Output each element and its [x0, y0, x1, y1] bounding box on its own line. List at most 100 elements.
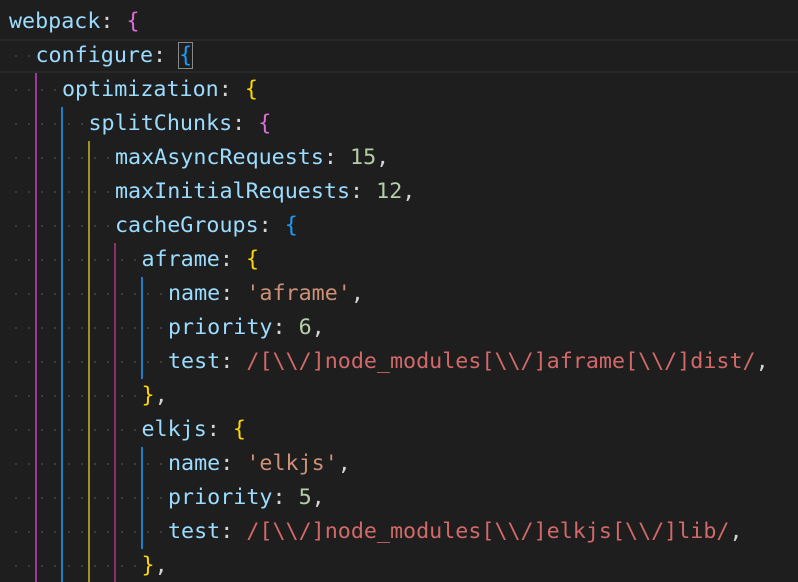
indent-guide: [61, 413, 63, 447]
whitespace-dot: [27, 293, 30, 295]
whitespace-dot: [67, 361, 70, 363]
code-line[interactable]: test: /[\\/]node_modules[\\/]elkjs[\\/]l…: [0, 515, 798, 549]
whitespace-dot: [27, 259, 30, 261]
indent-guide: [34, 413, 37, 447]
whitespace-dot: [41, 565, 44, 567]
whitespace-dot: [14, 191, 17, 193]
indent-guide: [140, 515, 143, 549]
whitespace-dot: [54, 259, 57, 261]
code-line[interactable]: maxInitialRequests: 12,: [0, 175, 798, 209]
punctuation: ,: [402, 179, 416, 204]
indent-guide: [87, 277, 90, 311]
whitespace-dot: [14, 565, 17, 567]
whitespace-dot: [133, 463, 136, 465]
whitespace-dot: [67, 157, 70, 159]
whitespace-dot: [14, 361, 17, 363]
whitespace-dot: [14, 55, 17, 57]
whitespace-dot: [160, 463, 163, 465]
code-tokens: elkjs: {: [142, 413, 246, 447]
indent-guide: [34, 549, 37, 582]
whitespace-dot: [160, 293, 163, 295]
whitespace-dot: [54, 157, 57, 159]
code-line[interactable]: maxAsyncRequests: 15,: [0, 141, 798, 175]
code-tokens: maxAsyncRequests: 15,: [115, 141, 389, 175]
whitespace-dot: [94, 531, 97, 533]
whitespace-dot: [14, 225, 17, 227]
whitespace-dot: [147, 463, 150, 465]
indent-guide: [87, 209, 90, 243]
code-line[interactable]: splitChunks: {: [0, 107, 798, 141]
whitespace-dot: [54, 89, 57, 91]
bracket: }: [141, 553, 155, 578]
whitespace-dot: [41, 429, 44, 431]
code-editor[interactable]: webpack: {configure: {optimization: {spl…: [0, 0, 798, 582]
code-line[interactable]: },: [0, 549, 798, 582]
whitespace-dot: [27, 531, 30, 533]
whitespace-dot: [147, 531, 150, 533]
whitespace-dot: [14, 123, 17, 125]
bracket: }: [141, 383, 155, 408]
whitespace-dot: [80, 327, 83, 329]
code-line[interactable]: elkjs: {: [0, 413, 798, 447]
code-tokens: priority: 5,: [168, 481, 325, 515]
whitespace-dot: [133, 395, 136, 397]
punctuation: :: [272, 315, 299, 340]
whitespace-dot: [80, 191, 83, 193]
code-line[interactable]: test: /[\\/]node_modules[\\/]aframe[\\/]…: [0, 345, 798, 379]
punctuation: :: [272, 485, 299, 510]
code-tokens: optimization: {: [62, 73, 258, 107]
whitespace-dot: [41, 497, 44, 499]
whitespace-dot: [94, 327, 97, 329]
indent-guide: [114, 345, 116, 379]
whitespace-dot: [54, 395, 57, 397]
code-line[interactable]: priority: 6,: [0, 311, 798, 345]
code-line[interactable]: name: 'elkjs',: [0, 447, 798, 481]
code-line[interactable]: priority: 5,: [0, 481, 798, 515]
code-line[interactable]: cacheGroups: {: [0, 209, 798, 243]
whitespace-dot: [120, 361, 123, 363]
whitespace-dot: [133, 565, 136, 567]
regex-literal: /[\\/]node_modules[\\/]elkjs[\\/]lib/: [246, 519, 730, 544]
whitespace-dot: [27, 327, 30, 329]
whitespace-dot: [54, 463, 57, 465]
punctuation: :: [220, 281, 247, 306]
code-line[interactable]: configure: {: [0, 39, 798, 73]
whitespace-dot: [14, 395, 17, 397]
indent-guide: [114, 311, 116, 345]
punctuation: :: [218, 77, 245, 102]
whitespace-dot: [107, 259, 110, 261]
whitespace-dot: [80, 565, 83, 567]
whitespace-dot: [160, 327, 163, 329]
indent-guide: [87, 379, 90, 413]
indent-guide: [87, 175, 90, 209]
code-line[interactable]: webpack: {: [0, 5, 798, 39]
whitespace-dot: [107, 191, 110, 193]
whitespace-dot: [27, 55, 30, 57]
whitespace-dot: [80, 463, 83, 465]
whitespace-dot: [107, 361, 110, 363]
code-line[interactable]: aframe: {: [0, 243, 798, 277]
indent-guide: [34, 379, 37, 413]
indent-guide: [140, 277, 143, 311]
whitespace-dot: [14, 259, 17, 261]
whitespace-dot: [67, 259, 70, 261]
indent-guide: [114, 413, 116, 447]
code-line[interactable]: },: [0, 379, 798, 413]
whitespace-dot: [94, 463, 97, 465]
code-tokens: cacheGroups: {: [115, 209, 298, 243]
whitespace-dot: [67, 429, 70, 431]
indent-guide: [61, 481, 63, 515]
whitespace-dot: [27, 361, 30, 363]
whitespace-dot: [54, 565, 57, 567]
punctuation: :: [323, 145, 351, 170]
indent-guide: [34, 175, 37, 209]
code-line[interactable]: optimization: {: [0, 73, 798, 107]
indent-guide: [87, 549, 90, 582]
whitespace-dot: [94, 225, 97, 227]
code-line[interactable]: name: 'aframe',: [0, 277, 798, 311]
whitespace-dot: [107, 565, 110, 567]
whitespace-dot: [107, 327, 110, 329]
indent-guide: [61, 107, 63, 141]
punctuation: :: [220, 451, 247, 476]
indent-guide: [61, 515, 63, 549]
